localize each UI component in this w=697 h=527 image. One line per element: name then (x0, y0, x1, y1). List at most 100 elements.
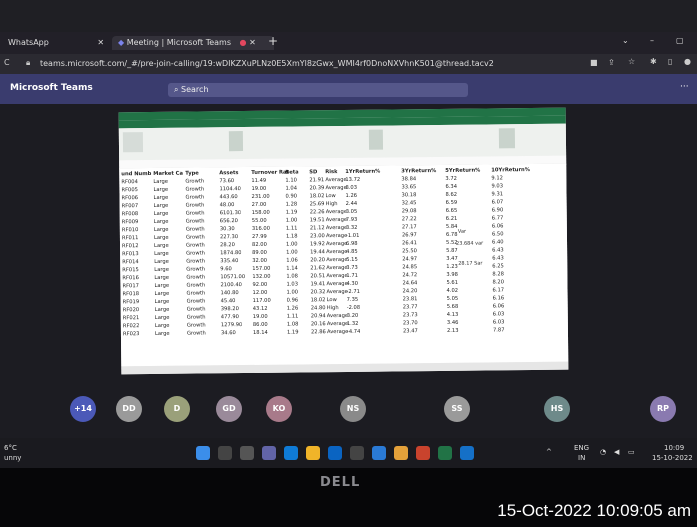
table-cell[interactable]: Growth (187, 313, 206, 321)
column-header[interactable]: SD (309, 168, 317, 176)
table-cell[interactable]: 6.40 (492, 238, 504, 246)
table-cell[interactable]: 316.00 (252, 225, 270, 233)
file-explorer-icon[interactable] (306, 446, 320, 460)
table-cell[interactable]: 477.90 (221, 313, 239, 321)
table-cell[interactable]: 1.26 (345, 192, 357, 200)
table-cell[interactable]: 157.00 (252, 265, 270, 273)
table-cell[interactable]: Average (326, 240, 347, 248)
table-cell[interactable]: 3.73 (346, 264, 358, 272)
table-cell[interactable]: Growth (185, 177, 204, 185)
table-cell[interactable]: Low (325, 192, 335, 200)
table-cell[interactable]: 4.02 (446, 287, 458, 295)
wifi-icon[interactable]: ◔ (600, 448, 606, 456)
table-cell[interactable]: 86.00 (253, 321, 268, 329)
reload-icon[interactable]: C (4, 58, 10, 67)
table-cell[interactable]: 27.99 (252, 233, 267, 241)
store-icon[interactable] (328, 446, 342, 460)
table-cell[interactable]: 8.03 (345, 184, 357, 192)
table-cell[interactable]: 1.28 (286, 200, 298, 208)
table-cell[interactable]: 32.45 (402, 199, 417, 207)
table-cell[interactable]: 6.03 (493, 310, 505, 318)
table-cell[interactable]: 6.65 (446, 207, 458, 215)
table-cell[interactable]: RF022 (123, 322, 140, 330)
table-cell[interactable]: 7.35 (347, 296, 359, 304)
table-cell[interactable]: 1.14 (286, 264, 298, 272)
new-tab-icon[interactable]: + (268, 34, 278, 48)
table-cell[interactable]: 21.91 (309, 176, 324, 184)
participant-avatar[interactable]: KO (266, 396, 292, 422)
table-cell[interactable]: 4.13 (447, 311, 459, 319)
table-cell[interactable]: RF018 (123, 290, 140, 298)
table-cell[interactable]: Growth (185, 193, 205, 201)
table-cell[interactable]: High (326, 200, 338, 208)
table-cell[interactable]: 43.12 (253, 305, 268, 313)
table-cell[interactable]: 27.00 (252, 201, 267, 209)
table-cell[interactable]: 1.00 (286, 240, 298, 248)
table-cell[interactable]: RF011 (122, 234, 139, 242)
table-cell[interactable]: 25.69 (310, 200, 325, 208)
table-cell[interactable]: RF020 (123, 306, 140, 314)
table-cell[interactable]: 22.26 (310, 208, 325, 216)
table-cell[interactable]: Large (154, 250, 169, 258)
sidebar-icon[interactable]: ▯ (668, 57, 672, 66)
participant-avatar[interactable]: NS (340, 396, 366, 422)
table-cell[interactable]: RF005 (121, 186, 138, 194)
table-cell[interactable]: RF014 (122, 258, 139, 266)
word-icon[interactable] (460, 446, 474, 460)
table-cell[interactable]: 20.51 (310, 272, 325, 280)
table-cell[interactable]: 24.64 (402, 279, 417, 287)
table-cell[interactable]: 26.97 (402, 231, 417, 239)
table-cell[interactable]: 3.98 (446, 271, 458, 279)
teams-chat-icon[interactable] (262, 446, 276, 460)
table-cell[interactable]: -4.74 (347, 328, 361, 336)
table-cell[interactable]: Growth (186, 249, 205, 257)
task-view-icon[interactable] (240, 446, 254, 460)
table-cell[interactable]: Growth (186, 225, 205, 233)
table-cell[interactable]: Average (326, 288, 348, 296)
table-cell[interactable]: 24.80 (311, 304, 326, 312)
table-cell[interactable]: 231.00 (251, 193, 270, 201)
table-cell[interactable]: 18.02 (311, 296, 326, 304)
table-cell[interactable]: Growth (186, 257, 205, 265)
table-cell[interactable]: 398.20 (221, 305, 239, 313)
table-cell[interactable]: 6.78 (446, 231, 458, 239)
table-cell[interactable]: 5.15 (346, 256, 358, 264)
table-cell[interactable]: RF015 (122, 266, 139, 274)
table-cell[interactable]: 443.60 (219, 193, 238, 201)
table-cell[interactable]: 18.02 (309, 192, 324, 200)
table-cell[interactable]: 21.12 (310, 224, 325, 232)
chrome-icon[interactable] (394, 446, 408, 460)
table-cell[interactable]: Large (154, 282, 169, 290)
table-cell[interactable]: 27.17 (402, 223, 417, 231)
table-cell[interactable]: Low (327, 296, 337, 304)
table-cell[interactable]: 7.87 (493, 326, 505, 334)
table-cell[interactable]: 335.40 (220, 257, 238, 265)
table-cell[interactable]: 1874.80 (220, 249, 242, 257)
table-cell[interactable]: Average (326, 272, 347, 280)
table-cell[interactable]: Large (154, 210, 169, 218)
profile-icon[interactable]: ● (684, 57, 691, 66)
table-cell[interactable]: 6.90 (492, 206, 504, 214)
table-cell[interactable]: 1.18 (286, 232, 298, 240)
table-cell[interactable]: 0.90 (285, 192, 298, 200)
table-cell[interactable]: 1.26 (287, 304, 299, 312)
table-cell[interactable]: 6.16 (493, 294, 505, 302)
chevron-down-icon[interactable]: ⌄ (622, 36, 629, 45)
table-cell[interactable]: Growth (186, 217, 205, 225)
close-icon[interactable]: ✕ (97, 38, 104, 47)
table-cell[interactable]: 5.84 (446, 223, 458, 231)
table-cell[interactable]: 2.13 (447, 327, 459, 335)
table-cell[interactable]: 45.40 (221, 297, 236, 305)
tab-teams-meeting[interactable]: ◆ Meeting | Microsoft Teams ● ✕ (112, 36, 274, 50)
table-cell[interactable]: 23.73 (403, 311, 418, 319)
table-cell[interactable]: Large (154, 234, 169, 242)
table-cell[interactable]: 23.81 (403, 295, 418, 303)
table-cell[interactable]: 23.77 (403, 303, 418, 311)
table-cell[interactable]: 3.72 (445, 175, 457, 183)
table-cell[interactable]: 3.47 (446, 255, 458, 263)
table-cell[interactable]: 23.70 (403, 319, 418, 327)
table-cell[interactable]: RF021 (123, 314, 140, 322)
app-icon[interactable] (350, 446, 364, 460)
table-cell[interactable]: 26.41 (402, 239, 417, 247)
table-cell[interactable]: Large (155, 290, 170, 298)
